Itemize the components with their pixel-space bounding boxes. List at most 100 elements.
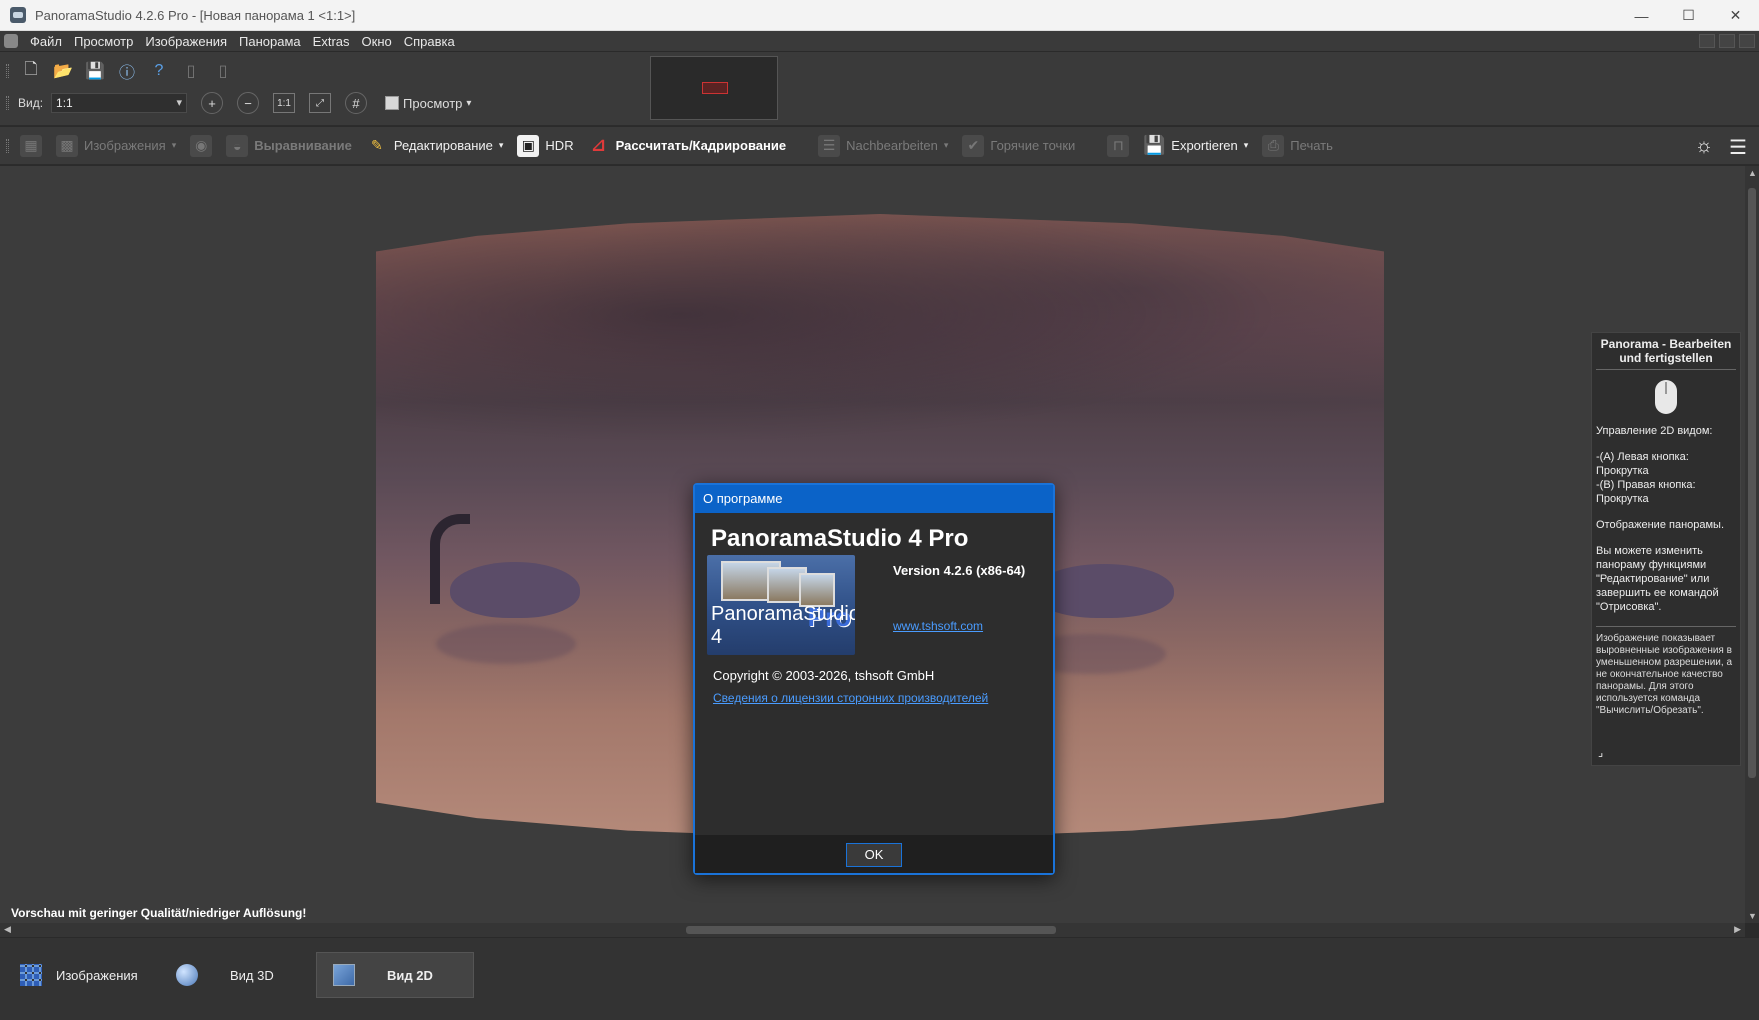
scroll-right-icon[interactable]: ▶ [1734, 924, 1741, 935]
menu-file[interactable]: Файл [24, 31, 68, 52]
actual-size-icon[interactable]: 1:1 [273, 93, 296, 113]
chevron-down-icon[interactable]: ▾ [944, 140, 949, 151]
camera-button[interactable]: ◉ [190, 134, 213, 157]
render-crop-label: Рассчитать/Кадрирование [615, 138, 787, 153]
license-link[interactable]: Сведения о лицензии сторонних производит… [713, 691, 988, 705]
align-label: Выравнивание [254, 138, 352, 153]
navigator-viewport-marker[interactable] [702, 82, 728, 94]
title-bar: PanoramaStudio 4.2.6 Pro - [Новая панора… [0, 0, 1759, 31]
view-label: Вид: [18, 96, 44, 110]
tab-view-2d-label: Вид 2D [387, 967, 433, 983]
mdi-minimize-button[interactable] [1699, 34, 1715, 48]
help-icon[interactable]: ? [148, 60, 170, 82]
menu-view[interactable]: Просмотр [68, 31, 139, 52]
dialog-footer: OK [695, 835, 1053, 873]
edit-button[interactable]: ✎ Редактирование ▾ [366, 135, 504, 157]
close-button[interactable]: ✕ [1712, 0, 1759, 31]
tab-images[interactable]: Изображения [20, 952, 138, 998]
menu-window[interactable]: Окно [356, 31, 398, 52]
scroll-up-icon[interactable]: ▲ [1748, 168, 1757, 178]
product-logo: Pro PanoramaStudio 4 [707, 555, 855, 655]
minimize-button[interactable]: — [1618, 0, 1665, 31]
vertical-scroll-thumb[interactable] [1748, 188, 1756, 778]
layout-right-icon[interactable]: ▯ [212, 60, 234, 82]
add-images-button[interactable]: ▦ [20, 134, 42, 157]
tab-images-label: Изображения [56, 967, 138, 983]
main-toolbar: 🗋 📂 💾 ⓘ ? ▯ ▯ Вид: 1:1 + − 1:1 ⤢ # Просм… [0, 52, 1759, 126]
menu-extras[interactable]: Extras [307, 31, 356, 52]
panorama-haze [376, 214, 1384, 465]
help-line-2: -(A) Левая кнопка: Прокрутка [1596, 451, 1689, 477]
view-zoom-select[interactable]: 1:1 [51, 93, 188, 113]
align-button[interactable]: ◒ Выравнивание [226, 134, 352, 157]
images-grid-icon [20, 964, 42, 986]
print-label: Печать [1290, 138, 1333, 153]
layout-left-icon[interactable]: ▯ [180, 60, 202, 82]
info-icon[interactable]: ⓘ [116, 60, 138, 82]
new-file-icon[interactable]: 🗋 [20, 60, 42, 82]
chevron-down-icon[interactable]: ▾ [499, 140, 504, 151]
grid-icon[interactable]: # [345, 92, 368, 114]
panorama-canvas[interactable]: Panorama - Bearbeiten und fertigstellen … [0, 166, 1745, 923]
vertical-scrollbar[interactable]: ▲ ▼ [1745, 166, 1759, 923]
toolbar-grip-2[interactable] [6, 96, 9, 110]
menu-panorama[interactable]: Панорама [233, 31, 307, 52]
version-text: Version 4.2.6 (x86-64) [893, 563, 1026, 578]
tab-view-3d[interactable]: Вид 3D [176, 952, 274, 998]
chevron-down-icon[interactable]: ▾ [466, 98, 471, 109]
menu-bar: Файл Просмотр Изображения Панорама Extra… [0, 31, 1759, 52]
toolbar-grip[interactable] [6, 64, 9, 78]
preview-toggle[interactable]: Просмотр ▾ [385, 96, 471, 111]
horizontal-scroll-thumb[interactable] [686, 926, 1056, 934]
export-button[interactable]: 💾 Exportieren ▾ [1143, 135, 1248, 157]
resize-corner-icon[interactable]: ⌟ [1598, 746, 1603, 759]
scroll-left-icon[interactable]: ◀ [4, 924, 11, 935]
workflow-toolbar: ▦ ▩ Изображения ▾ ◉ ◒ Выравнивание ✎ Редакти… [0, 127, 1759, 165]
about-dialog: О программе PanoramaStudio 4 Pro Pro Pan… [693, 483, 1055, 875]
help-line-1: Управление 2D видом: [1596, 425, 1713, 437]
hotspot-icon: ✔ [962, 134, 985, 157]
dialog-body: PanoramaStudio 4 Pro Pro PanoramaStudio … [695, 513, 1053, 835]
chevron-down-icon[interactable]: ▾ [1244, 140, 1249, 151]
workflow-grip[interactable] [6, 139, 9, 153]
document-menu-icon[interactable] [4, 34, 18, 48]
horizontal-scrollbar[interactable]: ◀ ▶ [0, 923, 1745, 937]
tour-button[interactable]: ⊓ [1107, 134, 1130, 157]
mdi-close-button[interactable] [1739, 34, 1755, 48]
hamburger-menu-icon[interactable]: ☰ [1729, 135, 1747, 160]
view-tabs: Изображения Вид 3D Вид 2D [0, 937, 1759, 1020]
maximize-button[interactable]: ☐ [1665, 0, 1712, 31]
navigator-thumbnail[interactable] [650, 56, 778, 120]
panorama-map-icon [333, 964, 355, 986]
preview-checkbox[interactable] [385, 96, 400, 110]
hotspots-label: Горячие точки [990, 138, 1076, 153]
website-link[interactable]: www.tshsoft.com [893, 619, 983, 633]
ok-button[interactable]: OK [846, 843, 902, 867]
help-note: Изображение показывает выровненные изобр… [1596, 626, 1736, 717]
hotspots-button[interactable]: ✔ Горячие точки [962, 134, 1076, 157]
logo-name: PanoramaStudio 4 [711, 603, 855, 648]
tab-view-2d[interactable]: Вид 2D [316, 952, 474, 998]
postprocess-button[interactable]: ☰ Nachbearbeiten ▾ [818, 134, 949, 157]
save-icon[interactable]: 💾 [84, 60, 106, 82]
help-line-4: Отображение панорамы. [1596, 519, 1725, 531]
fit-window-icon[interactable]: ⤢ [309, 93, 332, 113]
render-crop-button[interactable]: ⊿ Рассчитать/Кадрирование [588, 135, 786, 157]
print-button[interactable]: ⎙ Печать [1262, 134, 1333, 157]
hdr-button[interactable]: ▣ HDR [517, 134, 574, 157]
help-line-5: Вы можете изменить панораму функциями "Р… [1596, 545, 1719, 613]
brightness-icon[interactable]: ☼ [1695, 135, 1713, 160]
zoom-out-icon[interactable]: − [237, 92, 260, 114]
chevron-down-icon[interactable]: ▾ [172, 140, 177, 151]
help-line-3: -(B) Правая кнопка: Прокрутка [1596, 479, 1696, 505]
scroll-down-icon[interactable]: ▼ [1748, 911, 1757, 921]
open-folder-icon[interactable]: 📂 [52, 60, 74, 82]
camera-icon: ◉ [190, 134, 213, 157]
menu-help[interactable]: Справка [398, 31, 461, 52]
images-button[interactable]: ▩ Изображения ▾ [56, 134, 177, 157]
zoom-in-icon[interactable]: + [201, 92, 224, 114]
mdi-restore-button[interactable] [1719, 34, 1735, 48]
help-panel: Panorama - Bearbeiten und fertigstellen … [1591, 332, 1741, 766]
menu-images[interactable]: Изображения [139, 31, 233, 52]
window-title: PanoramaStudio 4.2.6 Pro - [Новая панора… [35, 7, 356, 23]
